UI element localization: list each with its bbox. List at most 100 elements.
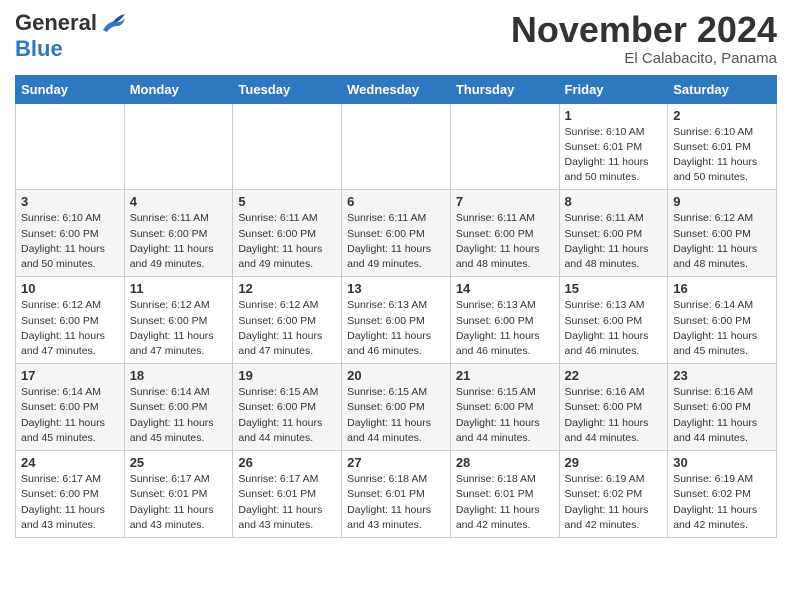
day-number: 3 <box>21 194 119 209</box>
calendar-cell: 3 Sunrise: 6:10 AM Sunset: 6:00 PM Daylig… <box>16 190 125 277</box>
calendar-header-sunday: Sunday <box>16 75 125 103</box>
title-section: November 2024 El Calabacito, Panama <box>511 10 777 67</box>
calendar-cell: 26 Sunrise: 6:17 AM Sunset: 6:01 PM Dayli… <box>233 451 342 538</box>
calendar-cell: 27Sunrise: 6:18 AM Sunset: 6:01 PM Dayli… <box>342 451 451 538</box>
day-info: Sunrise: 6:13 AM Sunset: 6:00 PM Dayligh… <box>456 298 554 359</box>
day-number: 14 <box>456 281 554 296</box>
calendar-header-saturday: Saturday <box>668 75 777 103</box>
month-title: November 2024 <box>511 10 777 50</box>
calendar-week-5: 24 Sunrise: 6:17 AM Sunset: 6:00 PM Dayli… <box>16 451 777 538</box>
day-number: 21 <box>456 368 554 383</box>
calendar-cell: 23Sunrise: 6:16 AM Sunset: 6:00 PM Dayli… <box>668 364 777 451</box>
day-number: 1 <box>565 108 663 123</box>
header: General Blue November 2024 El Calabacito… <box>15 10 777 67</box>
day-info: Sunrise: 6:14 AM Sunset: 6:00 PM Dayligh… <box>130 385 228 446</box>
calendar-cell: 28 Sunrise: 6:18 AM Sunset: 6:01 PM Dayli… <box>450 451 559 538</box>
calendar-header-monday: Monday <box>124 75 233 103</box>
calendar-header-friday: Friday <box>559 75 668 103</box>
day-info: Sunrise: 6:13 AM Sunset: 6:00 PM Dayligh… <box>565 298 663 359</box>
day-info: Sunrise: 6:18 AM Sunset: 6:01 PM Dayligh… <box>456 472 554 533</box>
day-info: Sunrise: 6:17 AM Sunset: 6:01 PM Dayligh… <box>238 472 336 533</box>
calendar-cell: 4Sunrise: 6:11 AM Sunset: 6:00 PM Daylig… <box>124 190 233 277</box>
day-info: Sunrise: 6:13 AM Sunset: 6:00 PM Dayligh… <box>347 298 445 359</box>
day-number: 16 <box>673 281 771 296</box>
calendar-week-3: 10 Sunrise: 6:12 AM Sunset: 6:00 PM Dayli… <box>16 277 777 364</box>
page: General Blue November 2024 El Calabacito… <box>0 0 792 553</box>
day-info: Sunrise: 6:16 AM Sunset: 6:00 PM Dayligh… <box>565 385 663 446</box>
day-number: 11 <box>130 281 228 296</box>
calendar-cell: 15 Sunrise: 6:13 AM Sunset: 6:00 PM Dayli… <box>559 277 668 364</box>
calendar-cell: 22 Sunrise: 6:16 AM Sunset: 6:00 PM Dayli… <box>559 364 668 451</box>
day-number: 24 <box>21 455 119 470</box>
day-number: 26 <box>238 455 336 470</box>
day-info: Sunrise: 6:11 AM Sunset: 6:00 PM Dayligh… <box>565 211 663 272</box>
calendar-cell: 20 Sunrise: 6:15 AM Sunset: 6:00 PM Dayli… <box>342 364 451 451</box>
day-number: 28 <box>456 455 554 470</box>
calendar-cell: 16Sunrise: 6:14 AM Sunset: 6:00 PM Dayli… <box>668 277 777 364</box>
calendar-cell: 12Sunrise: 6:12 AM Sunset: 6:00 PM Dayli… <box>233 277 342 364</box>
day-info: Sunrise: 6:12 AM Sunset: 6:00 PM Dayligh… <box>130 298 228 359</box>
calendar-cell: 13 Sunrise: 6:13 AM Sunset: 6:00 PM Dayli… <box>342 277 451 364</box>
day-info: Sunrise: 6:15 AM Sunset: 6:00 PM Dayligh… <box>347 385 445 446</box>
location: El Calabacito, Panama <box>511 50 777 67</box>
day-number: 6 <box>347 194 445 209</box>
calendar: SundayMondayTuesdayWednesdayThursdayFrid… <box>15 75 777 538</box>
day-number: 10 <box>21 281 119 296</box>
day-info: Sunrise: 6:10 AM Sunset: 6:00 PM Dayligh… <box>21 211 119 272</box>
day-number: 22 <box>565 368 663 383</box>
day-number: 20 <box>347 368 445 383</box>
calendar-cell <box>233 103 342 190</box>
logo: General Blue <box>15 10 127 62</box>
calendar-cell: 24 Sunrise: 6:17 AM Sunset: 6:00 PM Dayli… <box>16 451 125 538</box>
day-info: Sunrise: 6:17 AM Sunset: 6:00 PM Dayligh… <box>21 472 119 533</box>
day-number: 23 <box>673 368 771 383</box>
day-info: Sunrise: 6:15 AM Sunset: 6:00 PM Dayligh… <box>238 385 336 446</box>
calendar-cell: 7Sunrise: 6:11 AM Sunset: 6:00 PM Daylig… <box>450 190 559 277</box>
day-info: Sunrise: 6:15 AM Sunset: 6:00 PM Dayligh… <box>456 385 554 446</box>
day-number: 18 <box>130 368 228 383</box>
day-number: 5 <box>238 194 336 209</box>
day-info: Sunrise: 6:11 AM Sunset: 6:00 PM Dayligh… <box>347 211 445 272</box>
day-info: Sunrise: 6:11 AM Sunset: 6:00 PM Dayligh… <box>130 211 228 272</box>
calendar-cell <box>16 103 125 190</box>
calendar-cell: 14 Sunrise: 6:13 AM Sunset: 6:00 PM Dayli… <box>450 277 559 364</box>
calendar-cell: 30 Sunrise: 6:19 AM Sunset: 6:02 PM Dayli… <box>668 451 777 538</box>
calendar-cell: 18 Sunrise: 6:14 AM Sunset: 6:00 PM Dayli… <box>124 364 233 451</box>
calendar-cell: 1 Sunrise: 6:10 AM Sunset: 6:01 PM Daylig… <box>559 103 668 190</box>
day-info: Sunrise: 6:12 AM Sunset: 6:00 PM Dayligh… <box>673 211 771 272</box>
day-info: Sunrise: 6:10 AM Sunset: 6:01 PM Dayligh… <box>565 125 663 186</box>
day-info: Sunrise: 6:17 AM Sunset: 6:01 PM Dayligh… <box>130 472 228 533</box>
day-number: 29 <box>565 455 663 470</box>
day-number: 13 <box>347 281 445 296</box>
calendar-cell: 2Sunrise: 6:10 AM Sunset: 6:01 PM Daylig… <box>668 103 777 190</box>
calendar-cell: 25 Sunrise: 6:17 AM Sunset: 6:01 PM Dayli… <box>124 451 233 538</box>
calendar-header-thursday: Thursday <box>450 75 559 103</box>
calendar-week-4: 17Sunrise: 6:14 AM Sunset: 6:00 PM Dayli… <box>16 364 777 451</box>
day-number: 19 <box>238 368 336 383</box>
day-info: Sunrise: 6:11 AM Sunset: 6:00 PM Dayligh… <box>238 211 336 272</box>
calendar-header-wednesday: Wednesday <box>342 75 451 103</box>
day-number: 27 <box>347 455 445 470</box>
day-info: Sunrise: 6:11 AM Sunset: 6:00 PM Dayligh… <box>456 211 554 272</box>
logo-general-text: General <box>15 10 97 36</box>
calendar-cell: 19 Sunrise: 6:15 AM Sunset: 6:00 PM Dayli… <box>233 364 342 451</box>
calendar-week-2: 3 Sunrise: 6:10 AM Sunset: 6:00 PM Daylig… <box>16 190 777 277</box>
calendar-cell <box>124 103 233 190</box>
logo-bird-icon <box>99 12 127 34</box>
calendar-cell: 21 Sunrise: 6:15 AM Sunset: 6:00 PM Dayli… <box>450 364 559 451</box>
calendar-cell: 17Sunrise: 6:14 AM Sunset: 6:00 PM Dayli… <box>16 364 125 451</box>
calendar-week-1: 1 Sunrise: 6:10 AM Sunset: 6:01 PM Daylig… <box>16 103 777 190</box>
calendar-header-row: SundayMondayTuesdayWednesdayThursdayFrid… <box>16 75 777 103</box>
day-info: Sunrise: 6:10 AM Sunset: 6:01 PM Dayligh… <box>673 125 771 186</box>
day-info: Sunrise: 6:12 AM Sunset: 6:00 PM Dayligh… <box>238 298 336 359</box>
calendar-cell: 5 Sunrise: 6:11 AM Sunset: 6:00 PM Daylig… <box>233 190 342 277</box>
calendar-cell: 9 Sunrise: 6:12 AM Sunset: 6:00 PM Daylig… <box>668 190 777 277</box>
day-number: 15 <box>565 281 663 296</box>
day-info: Sunrise: 6:19 AM Sunset: 6:02 PM Dayligh… <box>565 472 663 533</box>
day-info: Sunrise: 6:19 AM Sunset: 6:02 PM Dayligh… <box>673 472 771 533</box>
day-number: 30 <box>673 455 771 470</box>
calendar-cell <box>450 103 559 190</box>
day-number: 25 <box>130 455 228 470</box>
day-info: Sunrise: 6:12 AM Sunset: 6:00 PM Dayligh… <box>21 298 119 359</box>
day-number: 9 <box>673 194 771 209</box>
